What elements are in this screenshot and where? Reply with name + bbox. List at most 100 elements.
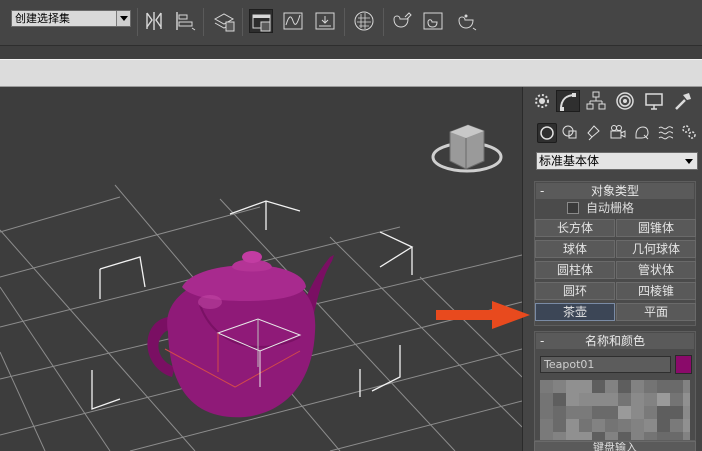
align-icon[interactable] — [173, 9, 197, 33]
toolbar-gap — [0, 46, 702, 59]
geometry-icon[interactable] — [537, 123, 557, 143]
keyboard-entry-rollout-header[interactable]: 键盘输入 — [534, 441, 696, 451]
teapot-object — [147, 251, 334, 418]
material-editor-icon[interactable] — [352, 9, 376, 33]
pixel-block — [618, 393, 631, 406]
mirror-icon[interactable] — [143, 9, 167, 33]
pixel-block — [566, 380, 579, 393]
pixel-block — [657, 419, 670, 432]
modify-tab-icon[interactable] — [556, 90, 580, 112]
lights-icon[interactable] — [585, 123, 605, 143]
render-production-icon[interactable] — [454, 9, 478, 33]
geosphere-button[interactable]: 几何球体 — [616, 240, 696, 258]
cylinder-button[interactable]: 圆柱体 — [535, 261, 615, 279]
rendered-frame-icon[interactable] — [421, 9, 445, 33]
main-toolbar: 创建选择集 — [0, 0, 702, 46]
pixel-block — [540, 393, 553, 406]
cameras-icon[interactable] — [609, 123, 629, 143]
pixel-block — [644, 380, 657, 393]
cone-button[interactable]: 圆锥体 — [616, 219, 696, 237]
shapes-icon[interactable] — [561, 123, 581, 143]
pixel-block — [579, 432, 592, 440]
selection-set-label: 创建选择集 — [15, 12, 70, 25]
chevron-down-icon[interactable] — [682, 154, 696, 168]
autogrid-label: 自动栅格 — [586, 201, 635, 215]
hierarchy-tab-icon[interactable] — [585, 90, 609, 112]
sphere-button[interactable]: 球体 — [535, 240, 615, 258]
pixel-block — [553, 380, 566, 393]
pixel-block — [670, 419, 683, 432]
scene-explorer-icon[interactable] — [249, 9, 273, 33]
pixel-block — [657, 380, 670, 393]
pixel-block — [605, 406, 618, 419]
pixel-block — [605, 380, 618, 393]
collapse-icon[interactable]: - — [540, 333, 544, 349]
pixel-block — [657, 393, 670, 406]
curve-editor-icon[interactable] — [281, 9, 305, 33]
pixel-block — [605, 419, 618, 432]
pixel-block — [644, 406, 657, 419]
toolbar-separator — [203, 8, 204, 36]
pixel-block — [670, 393, 683, 406]
pixel-block — [683, 380, 690, 393]
teapot-button[interactable]: 茶壶 — [535, 303, 615, 321]
display-tab-icon[interactable] — [643, 90, 667, 112]
schematic-view-icon[interactable] — [313, 9, 337, 33]
perspective-viewport[interactable] — [0, 87, 522, 451]
pixel-block — [553, 406, 566, 419]
torus-button[interactable]: 圆环 — [535, 282, 615, 300]
pixel-block — [618, 419, 631, 432]
primitive-category-dropdown[interactable]: 标准基本体 — [536, 152, 698, 170]
pixel-block — [566, 393, 579, 406]
systems-icon[interactable] — [680, 123, 700, 143]
pixel-block — [644, 419, 657, 432]
pixel-block — [670, 406, 683, 419]
viewport-canvas[interactable] — [0, 87, 522, 451]
pixel-block — [540, 432, 553, 440]
pixel-block — [631, 393, 644, 406]
pyramid-button[interactable]: 四棱锥 — [616, 282, 696, 300]
pixel-block — [592, 432, 605, 440]
tube-button[interactable]: 管状体 — [616, 261, 696, 279]
pixel-block — [618, 380, 631, 393]
box-button[interactable]: 长方体 — [535, 219, 615, 237]
pixel-block — [631, 380, 644, 393]
object-color-swatch[interactable] — [675, 355, 692, 374]
pixel-block — [579, 406, 592, 419]
pixel-block — [683, 393, 690, 406]
utilities-tab-icon[interactable] — [672, 90, 696, 112]
pixel-block — [540, 419, 553, 432]
rollout-title: 对象类型 — [590, 184, 639, 198]
pixel-block — [683, 419, 690, 432]
pixel-block — [566, 406, 579, 419]
space-warps-icon[interactable] — [657, 123, 677, 143]
motion-tab-icon[interactable] — [614, 90, 638, 112]
object-type-rollout-header[interactable]: - 对象类型 — [536, 183, 694, 199]
pixel-block — [540, 406, 553, 419]
create-tab-icon[interactable] — [531, 90, 555, 112]
collapse-icon[interactable]: - — [540, 183, 544, 199]
autogrid-checkbox[interactable] — [567, 202, 579, 214]
selection-set-dropdown[interactable]: 创建选择集 — [11, 10, 131, 27]
pixel-block — [579, 380, 592, 393]
helpers-icon[interactable] — [633, 123, 653, 143]
chevron-down-icon[interactable] — [116, 11, 130, 26]
annotation-arrow-icon — [436, 301, 530, 329]
pixel-block — [592, 406, 605, 419]
pixel-block — [592, 419, 605, 432]
render-setup-icon[interactable] — [390, 9, 414, 33]
pixel-block — [592, 393, 605, 406]
pixel-block — [566, 419, 579, 432]
pixel-block — [592, 380, 605, 393]
layer-manager-icon[interactable] — [212, 9, 236, 33]
pixel-block — [553, 432, 566, 440]
app-window: 创建选择集 标准基本体 - 对象类型 自动栅格 长方体 圆锥体 球体 几何球体 … — [0, 0, 702, 451]
ribbon-strip — [0, 59, 702, 87]
pixelated-region — [540, 380, 690, 440]
name-color-rollout-header[interactable]: - 名称和颜色 — [536, 333, 694, 349]
plane-button[interactable]: 平面 — [616, 303, 696, 321]
pixel-block — [618, 432, 631, 440]
category-dropdown-value: 标准基本体 — [539, 154, 600, 168]
pixel-block — [553, 419, 566, 432]
object-name-input[interactable]: Teapot01 — [540, 356, 671, 373]
